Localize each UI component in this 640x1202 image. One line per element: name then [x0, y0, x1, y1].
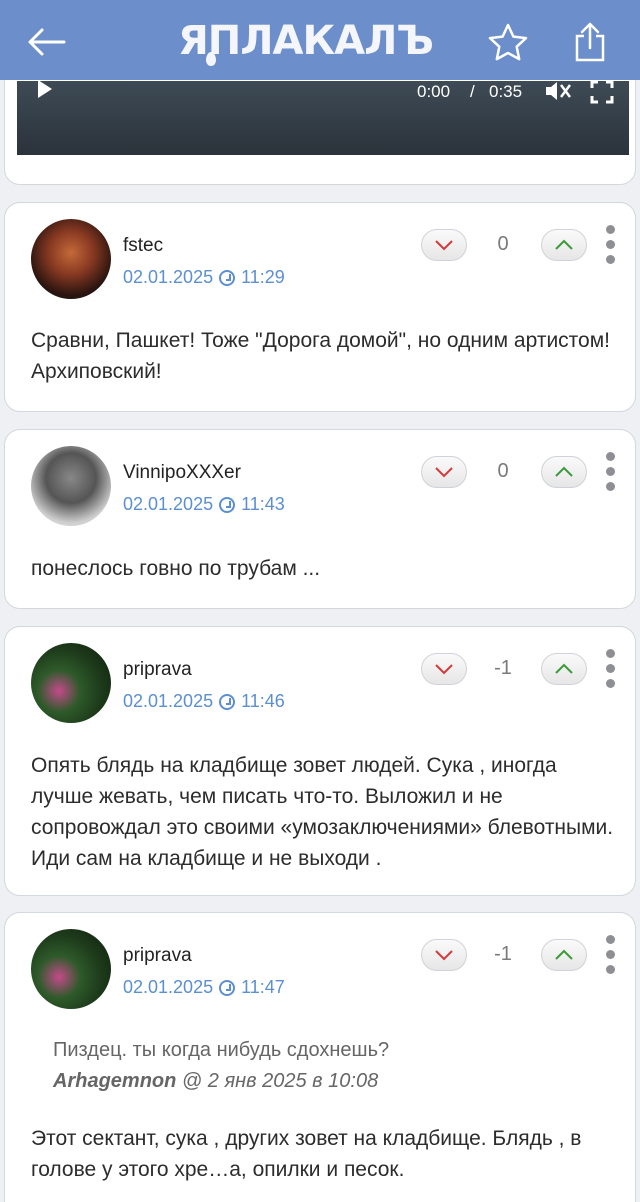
video-current-time: 0:00: [417, 82, 451, 101]
comment-meta: 02.01.2025 11:47: [123, 977, 285, 998]
clock-icon: [219, 693, 236, 710]
comment-date: 02.01.2025: [123, 267, 214, 287]
comment-time: 11:43: [241, 494, 285, 514]
more-menu-button[interactable]: [606, 649, 616, 688]
clock-icon: [219, 269, 236, 286]
chevron-up-icon: [555, 466, 573, 477]
site-logo[interactable]: ЯПЛАКАЛЪ: [178, 16, 434, 66]
comment-meta: 02.01.2025 11:46: [123, 691, 285, 712]
comment-author[interactable]: fstec: [123, 235, 163, 257]
avatar[interactable]: [31, 446, 111, 526]
comment-time: 11:46: [241, 691, 285, 711]
video-player[interactable]: [17, 81, 629, 155]
comment-card: fstec 02.01.2025 11:29 0 Сравни, Пашкет!…: [4, 202, 636, 412]
chevron-down-icon: [435, 664, 453, 675]
quote-text: Пиздец. ты когда нибудь сдохнешь?: [53, 1039, 390, 1061]
comment-text: понеслось говно по трубам ...: [31, 557, 321, 580]
comment-time: 11:29: [241, 267, 285, 287]
more-menu-button[interactable]: [606, 935, 616, 974]
comment-text: Опять блядь на кладбище зовет людей. Сук…: [31, 754, 614, 870]
comment-author[interactable]: VinnipoXXXer: [123, 462, 241, 484]
share-icon: [575, 22, 605, 62]
mute-icon[interactable]: [544, 80, 572, 102]
comment-card: priprava 02.01.2025 11:47 -1 Пиздец. ты …: [4, 912, 636, 1202]
back-button[interactable]: [24, 20, 68, 64]
downvote-button[interactable]: [421, 939, 467, 971]
share-button[interactable]: [568, 20, 612, 64]
comment-date: 02.01.2025: [123, 494, 214, 514]
more-menu-button[interactable]: [606, 452, 616, 491]
comment-time: 11:47: [241, 977, 285, 997]
chevron-up-icon: [555, 663, 573, 674]
comment-meta: 02.01.2025 11:43: [123, 494, 285, 515]
quoted-message: Пиздец. ты когда нибудь сдохнешь? Arhage…: [53, 1035, 613, 1097]
upvote-button[interactable]: [541, 939, 587, 971]
video-duration: 0:35: [489, 82, 523, 101]
chevron-up-icon: [555, 239, 573, 250]
comment-date: 02.01.2025: [123, 977, 214, 997]
video-time-separator: /: [470, 82, 475, 101]
play-icon[interactable]: [38, 80, 52, 98]
favorite-button[interactable]: [486, 20, 530, 64]
chevron-down-icon: [435, 240, 453, 251]
avatar[interactable]: [31, 643, 111, 723]
star-icon: [488, 23, 528, 61]
quote-attribution: Arhagemnon @ 2 янв 2025 в 10:08: [53, 1066, 613, 1097]
arrow-left-icon: [28, 28, 66, 56]
upvote-button[interactable]: [541, 456, 587, 488]
upvote-button[interactable]: [541, 229, 587, 261]
comment-card: VinnipoXXXer 02.01.2025 11:43 0 понеслос…: [4, 429, 636, 609]
app-header: ЯПЛАКАЛЪ: [0, 0, 640, 80]
quote-date: @ 2 янв 2025 в 10:08: [181, 1070, 379, 1092]
comment-score: -1: [494, 657, 512, 679]
clock-icon: [219, 979, 236, 996]
avatar[interactable]: [31, 929, 111, 1009]
chevron-down-icon: [435, 950, 453, 961]
comment-score: 0: [497, 460, 509, 482]
comment-text: Этот сектант, сука , других зовет на кла…: [31, 1127, 582, 1181]
comment-score: -1: [494, 943, 512, 965]
logo-drop-icon: [206, 52, 216, 66]
downvote-button[interactable]: [421, 456, 467, 488]
avatar[interactable]: [31, 219, 111, 299]
clock-icon: [219, 496, 236, 513]
upvote-button[interactable]: [541, 653, 587, 685]
comment-author[interactable]: priprava: [123, 945, 192, 967]
comment-score: 0: [497, 233, 509, 255]
chevron-up-icon: [555, 949, 573, 960]
downvote-button[interactable]: [421, 229, 467, 261]
fullscreen-icon[interactable]: [590, 80, 614, 104]
quote-author[interactable]: Arhagemnon: [53, 1070, 176, 1092]
comment-card: priprava 02.01.2025 11:46 -1 Опять блядь…: [4, 626, 636, 896]
comment-text: Сравни, Пашкет! Тоже "Дорога домой", но …: [31, 329, 611, 383]
downvote-button[interactable]: [421, 653, 467, 685]
chevron-down-icon: [435, 467, 453, 478]
more-menu-button[interactable]: [606, 225, 616, 264]
comment-date: 02.01.2025: [123, 691, 214, 711]
comment-meta: 02.01.2025 11:29: [123, 267, 285, 288]
comment-author[interactable]: priprava: [123, 659, 192, 681]
